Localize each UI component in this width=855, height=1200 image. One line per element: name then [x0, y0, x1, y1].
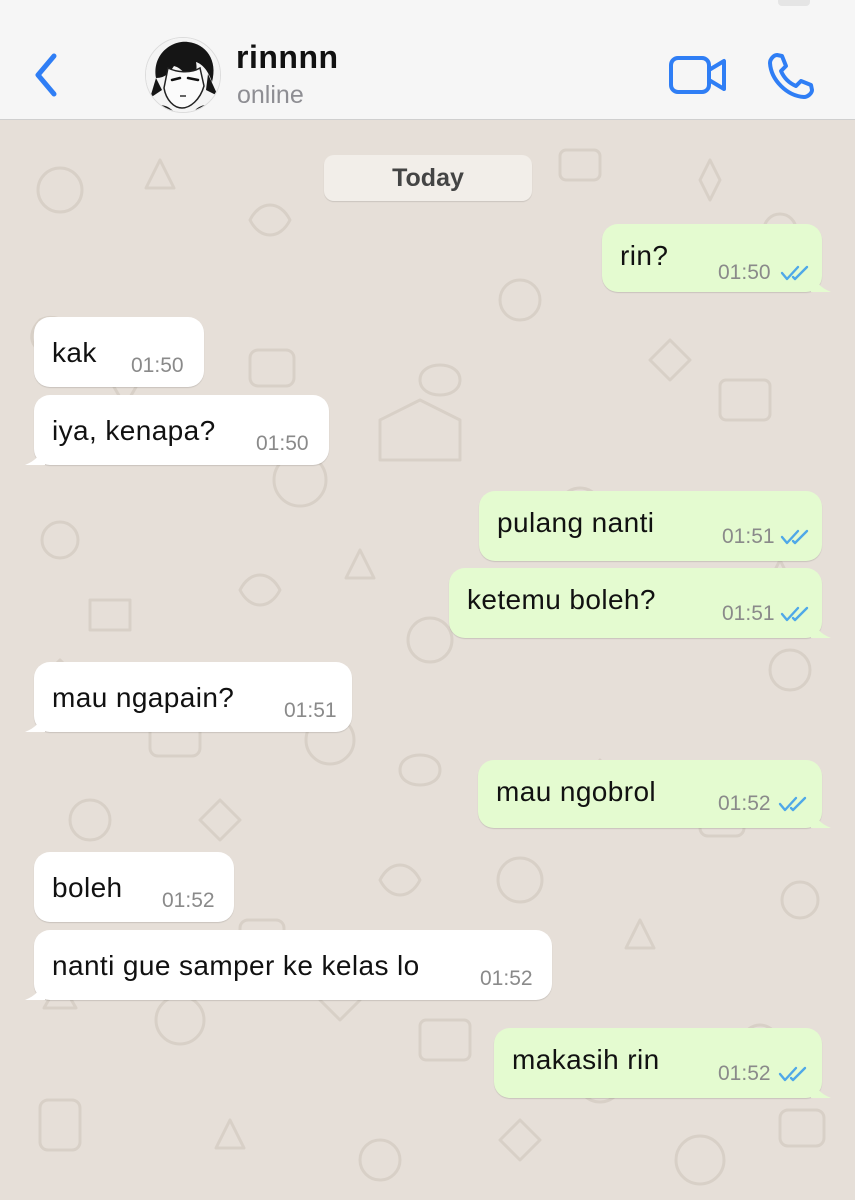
avatar-image — [146, 38, 220, 112]
bubble-tail — [25, 445, 45, 465]
message-text: rin? — [620, 240, 669, 271]
message-time: 01:52 — [718, 1062, 771, 1085]
message-time: 01:51 — [722, 525, 775, 548]
chat-area[interactable]: Today rin? 01:50 kak 01:50 iya, kenapa? … — [0, 120, 855, 1200]
avatar[interactable] — [145, 37, 221, 113]
voice-call-button[interactable] — [765, 50, 817, 102]
message-bubble-incoming[interactable]: kak 01:50 — [34, 317, 204, 387]
message-text: ketemu boleh? — [467, 584, 656, 615]
back-button[interactable] — [26, 48, 66, 102]
message-time: 01:50 — [131, 354, 184, 377]
message-bubble-outgoing[interactable]: pulang nanti 01:51 — [479, 491, 822, 561]
chevron-left-icon — [35, 53, 57, 97]
double-check-icon — [780, 529, 809, 545]
message-bubble-incoming[interactable]: iya, kenapa? 01:50 — [25, 395, 329, 465]
double-check-icon — [778, 1066, 807, 1082]
bubble-tail — [25, 712, 45, 732]
date-separator: Today — [324, 155, 532, 201]
message-text: pulang nanti — [497, 507, 655, 538]
bubble-tail — [811, 272, 831, 292]
chat-header: rinnnn online — [0, 0, 855, 120]
message-time: 01:50 — [256, 432, 309, 455]
message-bubble-outgoing[interactable]: makasih rin 01:52 — [494, 1028, 831, 1098]
message-time: 01:51 — [722, 602, 775, 625]
message-text: kak — [52, 337, 97, 368]
bubble-tail — [811, 1078, 831, 1098]
video-camera-icon — [669, 56, 726, 94]
message-text: mau ngobrol — [496, 776, 657, 807]
contact-status: online — [237, 81, 304, 109]
message-bubble-incoming[interactable]: mau ngapain? 01:51 — [25, 662, 352, 732]
message-bubble-incoming[interactable]: nanti gue samper ke kelas lo 01:52 — [25, 930, 552, 1000]
message-time: 01:51 — [284, 699, 337, 722]
contact-name[interactable]: rinnnn — [236, 39, 339, 76]
bubble-tail — [811, 618, 831, 638]
message-bubble-outgoing[interactable]: ketemu boleh? 01:51 — [449, 568, 831, 638]
bubble-tail — [25, 980, 45, 1000]
phone-icon — [768, 53, 814, 99]
message-bubble-outgoing[interactable]: rin? 01:50 — [602, 224, 831, 292]
message-text: iya, kenapa? — [52, 415, 216, 446]
message-text: nanti gue samper ke kelas lo — [52, 950, 420, 981]
message-text: makasih rin — [512, 1044, 660, 1075]
message-time: 01:52 — [480, 967, 533, 990]
message-time: 01:52 — [162, 889, 215, 912]
message-text: mau ngapain? — [52, 682, 235, 713]
message-time: 01:50 — [718, 261, 771, 284]
video-call-button[interactable] — [668, 54, 728, 96]
message-text: boleh — [52, 872, 123, 903]
message-time: 01:52 — [718, 792, 771, 815]
bubble-tail — [811, 808, 831, 828]
double-check-icon — [780, 265, 809, 281]
message-bubble-outgoing[interactable]: mau ngobrol 01:52 — [478, 760, 831, 828]
double-check-icon — [780, 606, 809, 622]
message-bubble-incoming[interactable]: boleh 01:52 — [34, 852, 234, 922]
double-check-icon — [778, 796, 807, 812]
status-bar-remnant — [778, 0, 810, 6]
